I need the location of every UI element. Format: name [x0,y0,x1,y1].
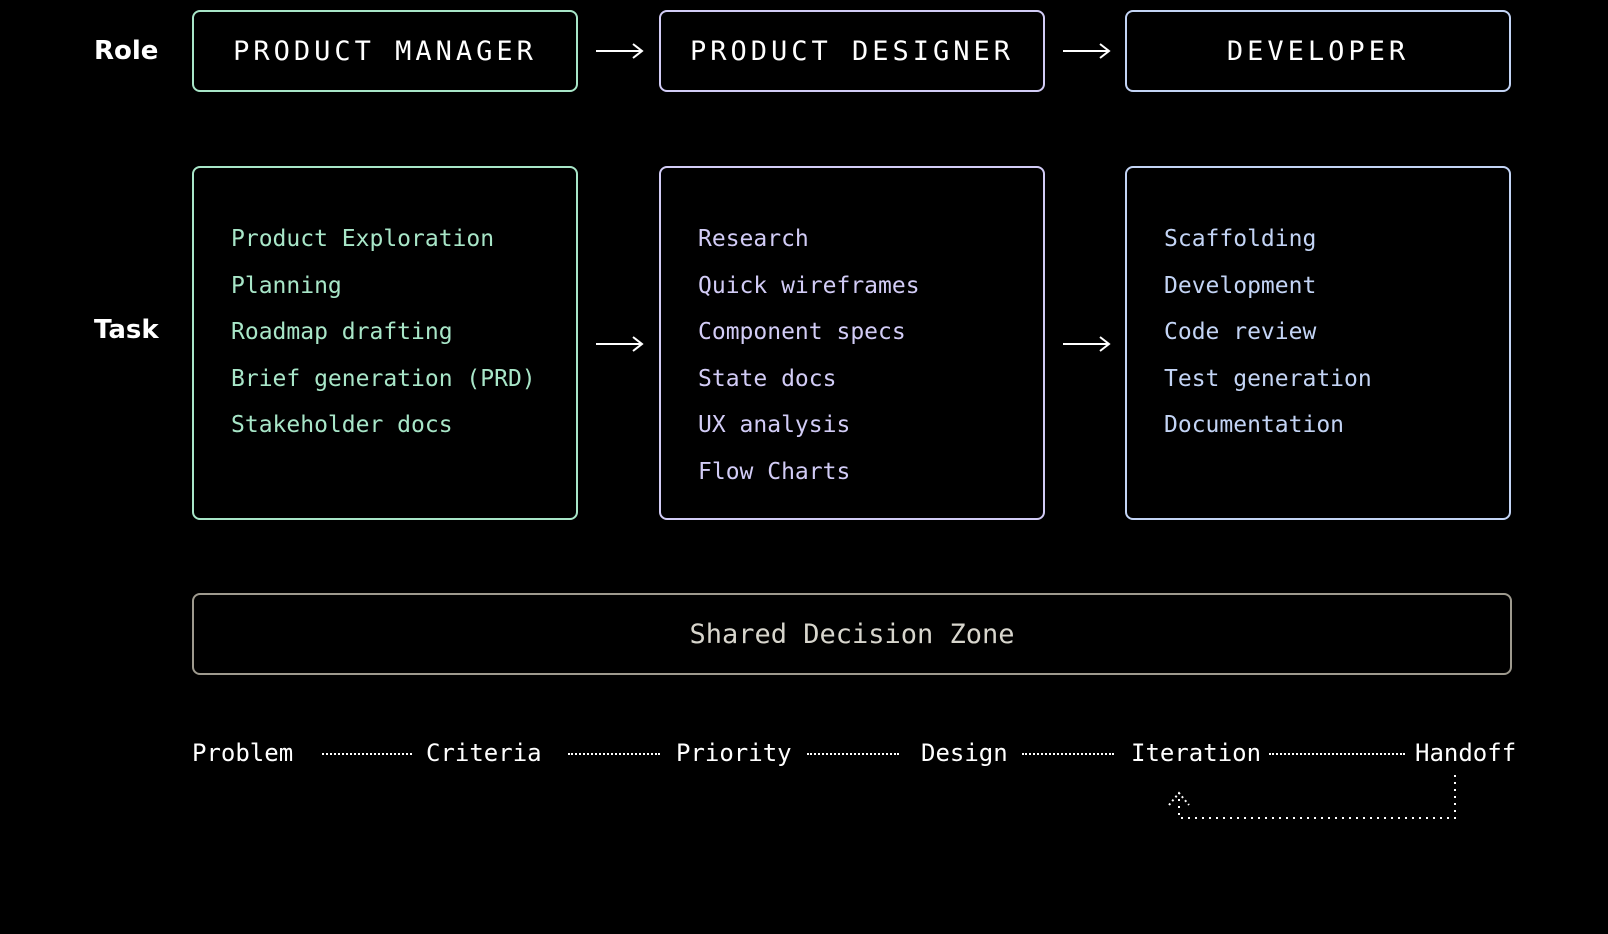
feedback-loop-arrow [1168,775,1456,819]
